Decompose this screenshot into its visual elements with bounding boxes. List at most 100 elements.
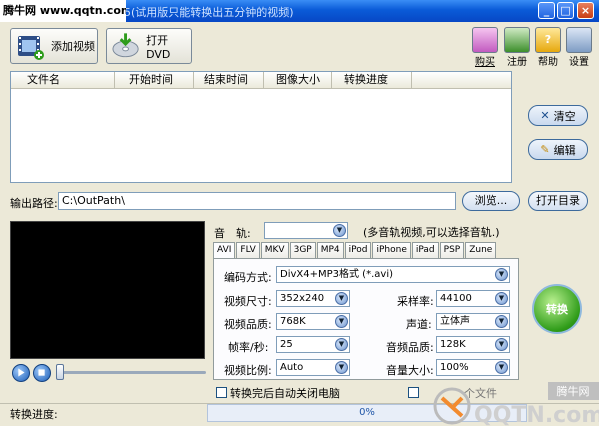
buy-label: 购买	[475, 57, 495, 68]
open-dvd-label: 打开DVD	[146, 33, 171, 61]
video-preview	[10, 221, 205, 359]
help-label: 帮助	[538, 57, 558, 68]
open-dvd-button[interactable]: 打开DVD	[106, 28, 192, 64]
video-ratio-label: 视频比例:	[224, 364, 272, 377]
tab-ipod[interactable]: iPod	[344, 242, 372, 259]
volume-label: 音量大小:	[386, 364, 434, 377]
cart-icon	[472, 27, 498, 53]
column-end-time[interactable]: 结束时间	[194, 72, 264, 88]
output-path-label: 输出路径:	[10, 197, 58, 210]
settings-button[interactable]: 设置	[566, 27, 594, 68]
audio-quality-value: 128K	[440, 339, 466, 350]
edit-label: 编辑	[553, 143, 576, 157]
chevron-down-icon: ▼	[335, 361, 348, 374]
shutdown-label: 转换完后自动关闭电脑	[230, 387, 340, 400]
film-icon	[18, 36, 44, 60]
audio-track-hint: (多音轨视频,可以选择音轨.)	[363, 226, 500, 239]
tab-mp4[interactable]: MP4	[316, 242, 344, 259]
encode-value: DivX4+MP3格式 (*.avi)	[280, 269, 393, 280]
volume-value: 100%	[440, 362, 469, 373]
clear-button[interactable]: ✕ 清空	[528, 105, 588, 126]
output-path-input[interactable]: C:\OutPath\	[58, 192, 456, 210]
column-progress[interactable]: 转换进度	[332, 72, 412, 88]
channel-select[interactable]: 立体声 ▼	[436, 313, 510, 330]
tab-zune[interactable]: Zune	[465, 242, 497, 259]
chevron-down-icon: ▼	[335, 338, 348, 351]
video-quality-select[interactable]: 768K ▼	[276, 313, 350, 330]
seek-track[interactable]	[56, 371, 206, 374]
seek-handle[interactable]	[56, 364, 64, 380]
video-quality-label: 视频品质:	[224, 318, 272, 331]
tab-3gp[interactable]: 3GP	[289, 242, 316, 259]
chevron-down-icon: ▼	[333, 224, 346, 237]
register-label: 注册	[507, 57, 527, 68]
chevron-down-icon: ▼	[495, 268, 508, 281]
chevron-down-icon: ▼	[495, 315, 508, 328]
open-directory-button[interactable]: 打开目录	[528, 191, 588, 211]
add-video-button[interactable]: 添加视频	[10, 28, 98, 64]
register-icon	[504, 27, 530, 53]
channel-label: 声道:	[406, 318, 432, 331]
video-ratio-value: Auto	[280, 362, 304, 373]
audio-quality-select[interactable]: 128K ▼	[436, 336, 510, 353]
file-option-checkbox[interactable]	[408, 387, 419, 398]
column-filename[interactable]: 文件名	[11, 72, 115, 88]
audio-quality-label: 音频品质:	[386, 341, 434, 354]
clear-label: 清空	[553, 109, 576, 123]
encode-select[interactable]: DivX4+MP3格式 (*.avi) ▼	[276, 266, 510, 283]
fps-select[interactable]: 25 ▼	[276, 336, 350, 353]
column-start-time[interactable]: 开始时间	[115, 72, 194, 88]
watermark-site: QQTN.com	[474, 403, 599, 426]
settings-label: 设置	[569, 57, 589, 68]
tab-iphone[interactable]: iPhone	[372, 242, 411, 259]
video-size-select[interactable]: 352x240 ▼	[276, 290, 350, 307]
gear-icon	[566, 27, 592, 53]
shutdown-checkbox[interactable]	[216, 387, 227, 398]
minimize-button[interactable]: _	[538, 2, 555, 19]
edit-button[interactable]: ✎ 编辑	[528, 139, 588, 160]
tab-ipad[interactable]: iPad	[411, 242, 439, 259]
edit-icon: ✎	[540, 143, 550, 156]
add-video-label: 添加视频	[51, 40, 95, 53]
volume-select[interactable]: 100% ▼	[436, 359, 510, 376]
audio-track-label: 音 轨:	[214, 227, 251, 240]
register-button[interactable]: 注册	[504, 27, 532, 68]
sample-rate-value: 44100	[440, 293, 472, 304]
close-button[interactable]: ×	[577, 2, 594, 19]
close-icon: ✕	[540, 109, 550, 122]
window-title: 5(试用版只能转换出五分钟的视频)	[124, 6, 294, 19]
file-list-header: 文件名 开始时间 结束时间 图像大小 转换进度	[11, 72, 511, 89]
fps-label: 帧率/秒:	[228, 341, 269, 354]
maximize-button[interactable]: □	[557, 2, 574, 19]
tab-flv[interactable]: FLV	[236, 242, 260, 259]
buy-button[interactable]: 购买	[472, 27, 500, 68]
convert-button[interactable]: 转换	[532, 284, 582, 334]
chevron-down-icon: ▼	[495, 338, 508, 351]
convert-label: 转换	[546, 303, 568, 316]
sample-rate-select[interactable]: 44100 ▼	[436, 290, 510, 307]
watermark-brand: 腾牛网	[557, 384, 590, 398]
channel-value: 立体声	[440, 316, 470, 327]
stop-icon[interactable]	[33, 364, 51, 382]
column-image-size[interactable]: 图像大小	[264, 72, 332, 88]
encode-label: 编码方式:	[224, 271, 272, 284]
progress-label: 转换进度:	[10, 408, 58, 421]
dvd-icon	[112, 33, 139, 58]
help-icon: ?	[535, 27, 561, 53]
chevron-down-icon: ▼	[335, 292, 348, 305]
chevron-down-icon: ▼	[495, 292, 508, 305]
watermark-logo: 腾牛网 QQTN.com	[433, 382, 599, 426]
progress-value: 0%	[359, 407, 375, 418]
video-ratio-select[interactable]: Auto ▼	[276, 359, 350, 376]
browse-button[interactable]: 浏览...	[462, 191, 520, 211]
chevron-down-icon: ▼	[495, 361, 508, 374]
video-size-label: 视频尺寸:	[224, 295, 272, 308]
tab-psp[interactable]: PSP	[439, 242, 465, 259]
video-quality-value: 768K	[280, 316, 306, 327]
audio-track-select[interactable]: ▼	[264, 222, 348, 239]
tab-mkv[interactable]: MKV	[260, 242, 289, 259]
file-list[interactable]: 文件名 开始时间 结束时间 图像大小 转换进度	[10, 71, 512, 183]
format-tabs: AVI FLV MKV 3GP MP4 iPod iPhone iPad PSP…	[213, 242, 497, 260]
help-button[interactable]: ? 帮助	[535, 27, 563, 68]
play-icon[interactable]	[12, 364, 30, 382]
